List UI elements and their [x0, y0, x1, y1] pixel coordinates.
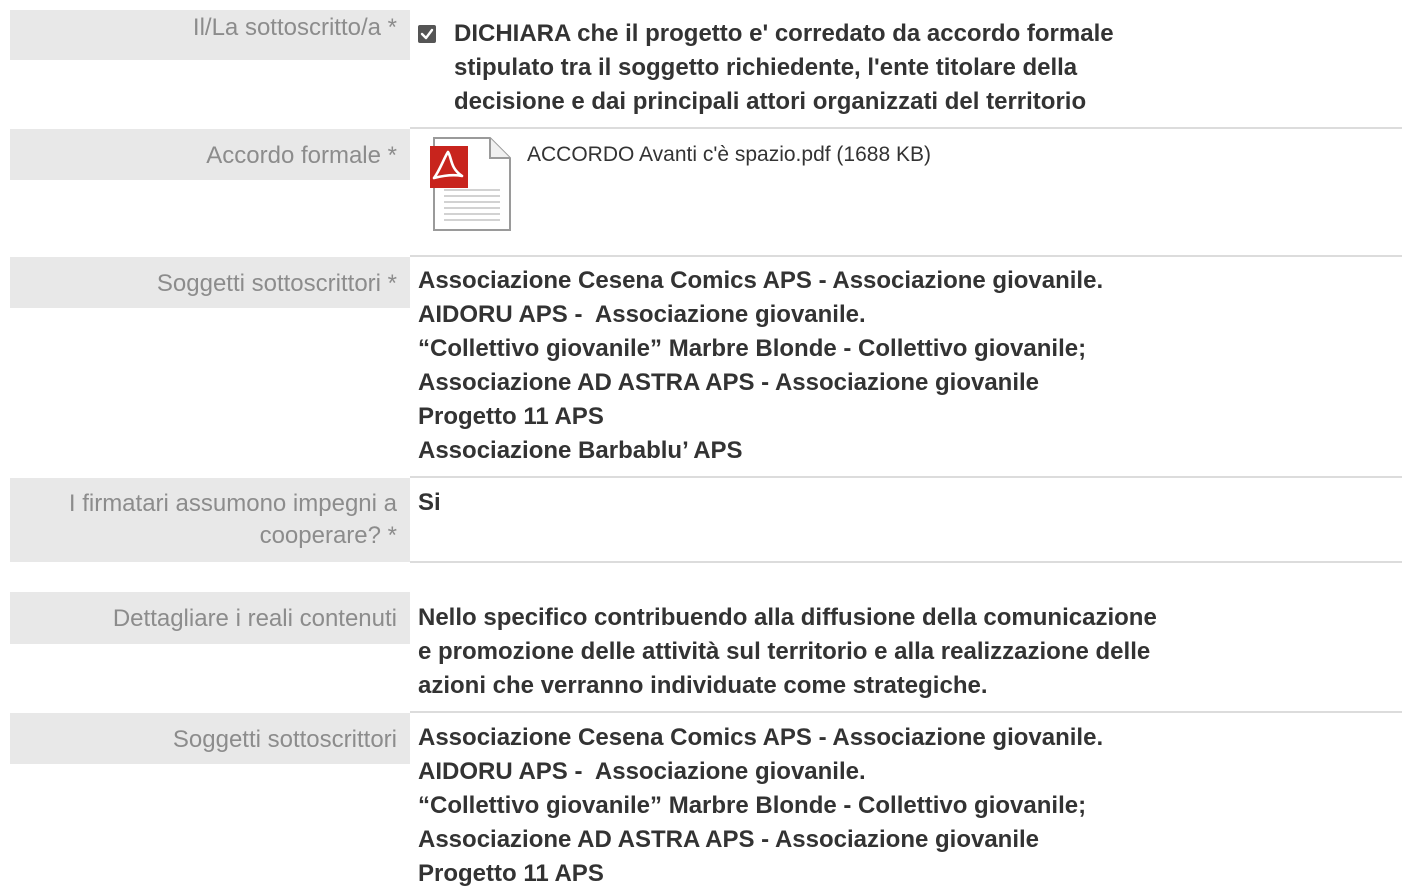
list-item: “Collettivo giovanile” Marbre Blonde - C…: [418, 335, 1087, 362]
checkmark-icon: [420, 28, 434, 40]
list-item: “Collettivo giovanile” Marbre Blonde - C…: [418, 792, 1087, 819]
row-divider: [410, 476, 1402, 478]
list-item: AIDORU APS - Associazione giovanile.: [418, 301, 866, 328]
details-line: e promozione delle attività sul territor…: [418, 638, 1151, 665]
list-item: AIDORU APS - Associazione giovanile.: [418, 758, 866, 785]
declaration-line: stipulato tra il soggetto richiedente, l…: [454, 54, 1078, 81]
list-item: Associazione AD ASTRA APS - Associazione…: [418, 826, 1040, 853]
form-summary: Il/La sottoscritto/a * DICHIARA che il p…: [0, 0, 1402, 892]
details-text: Nello specifico contribuendo alla diffus…: [418, 601, 1157, 703]
row-divider: [410, 711, 1402, 713]
agreement-file-link[interactable]: ACCORDO Avanti c'è spazio.pdf (1688 KB): [527, 140, 931, 170]
declaration-line: decisione e dai principali attori organi…: [454, 88, 1087, 115]
declaration-checkbox[interactable]: [418, 25, 436, 43]
agreement-label: Accordo formale *: [10, 129, 410, 180]
signatories2-label: Soggetti sottoscrittori: [10, 713, 410, 764]
declaration-text: DICHIARA che il progetto e' corredato da…: [454, 17, 1114, 119]
list-item: Associazione AD ASTRA APS - Associazione…: [418, 369, 1040, 396]
list-item: Associazione Cesena Comics APS - Associa…: [418, 724, 1104, 751]
details-line: azioni che verranno individuate come str…: [418, 672, 988, 699]
list-item: Progetto 11 APS: [418, 860, 604, 887]
list-item: Progetto 11 APS: [418, 403, 604, 430]
declaration-line: DICHIARA che il progetto e' corredato da…: [454, 20, 1114, 47]
declaration-label: Il/La sottoscritto/a *: [10, 10, 410, 60]
details-label: Dettagliare i reali contenuti: [10, 592, 410, 644]
details-line: Nello specifico contribuendo alla diffus…: [418, 604, 1157, 631]
cooperate-value: Si: [418, 489, 441, 516]
pdf-file-icon[interactable]: [424, 136, 512, 237]
signatories2-list: Associazione Cesena Comics APS - Associa…: [418, 721, 1103, 891]
list-item: Associazione Cesena Comics APS - Associa…: [418, 267, 1104, 294]
row-divider: [410, 255, 1402, 257]
row-divider: [410, 561, 1402, 563]
signatories-label: Soggetti sottoscrittori *: [10, 257, 410, 308]
row-divider: [410, 127, 1402, 129]
list-item: Associazione Barbablu’ APS: [418, 437, 743, 464]
signatories-list: Associazione Cesena Comics APS - Associa…: [418, 264, 1103, 468]
cooperate-label: I firmatari assumono impegni a cooperare…: [10, 478, 410, 562]
